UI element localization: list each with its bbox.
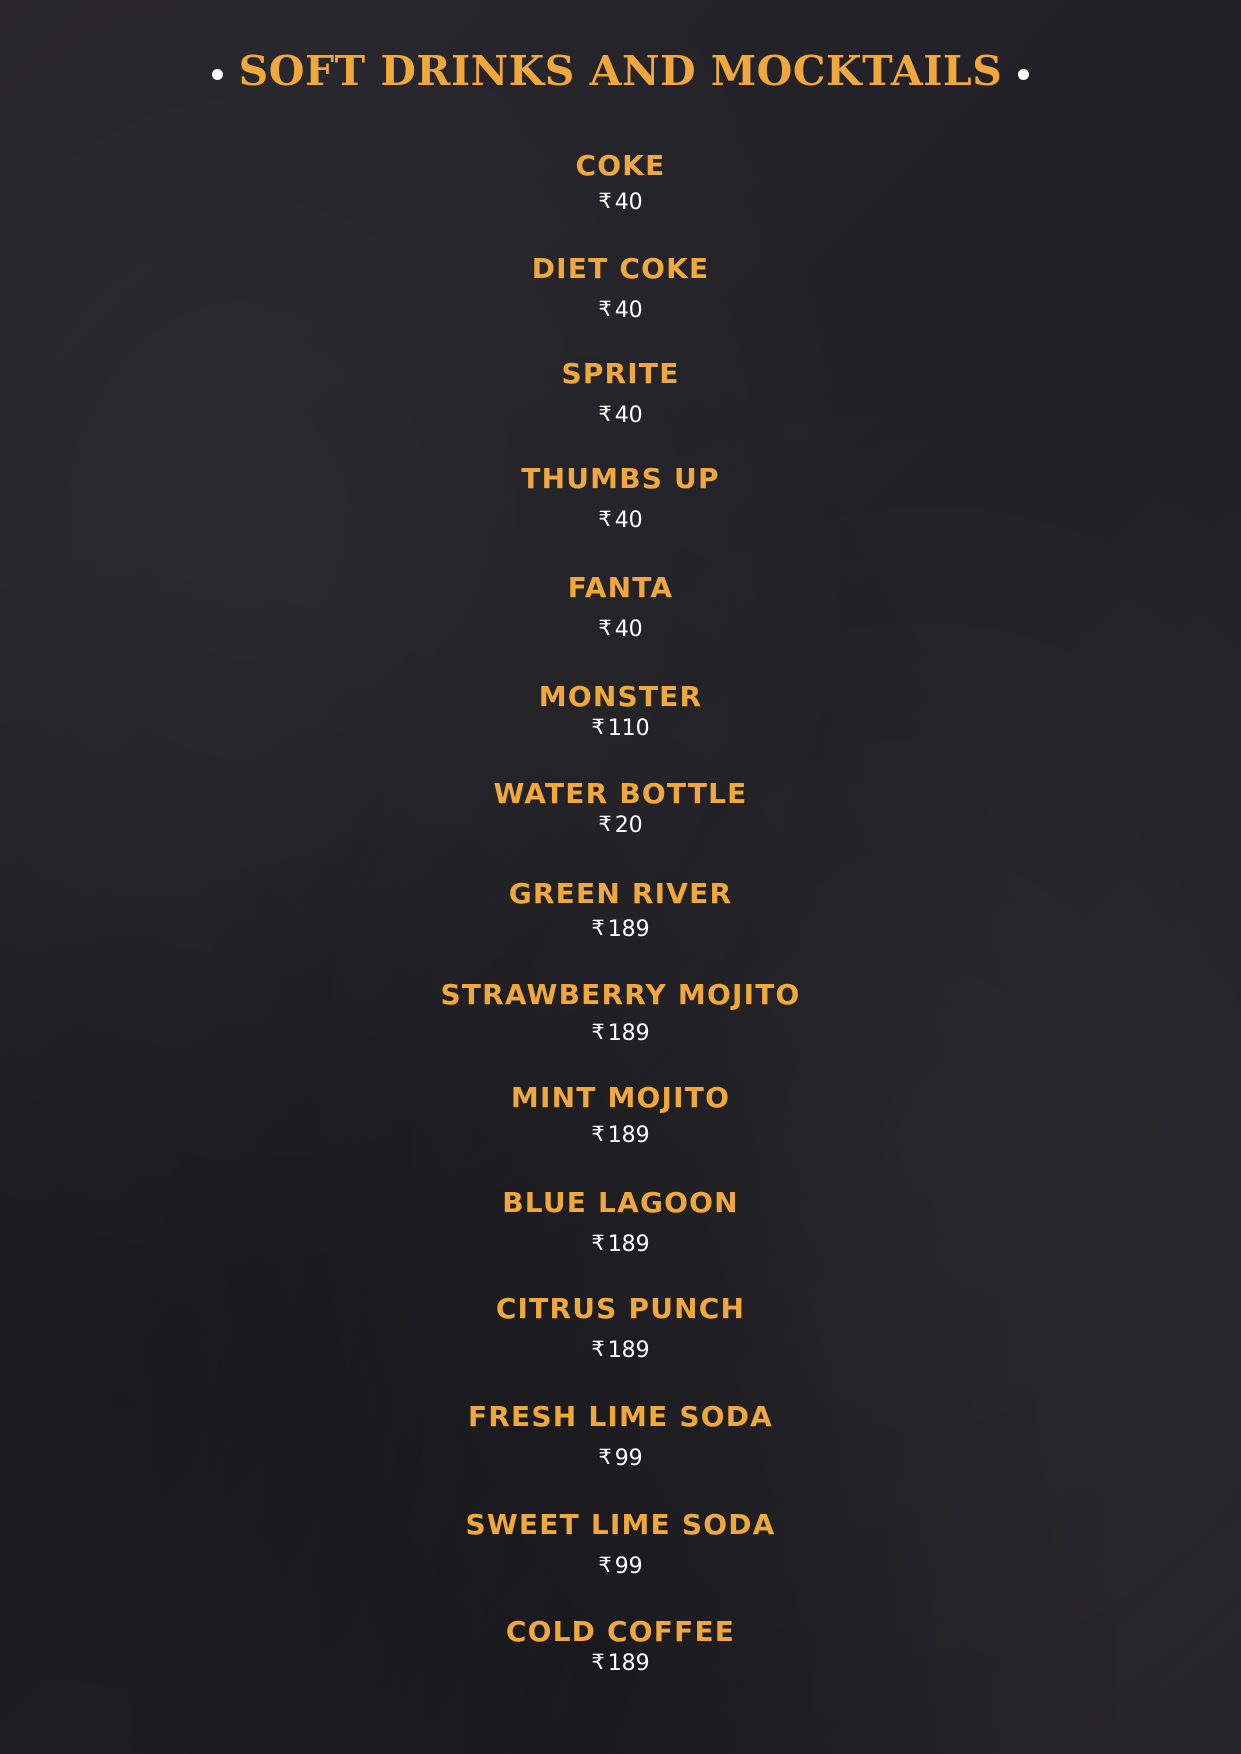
rupee-icon: ₹ xyxy=(591,1650,605,1674)
rupee-icon: ₹ xyxy=(591,1020,605,1044)
item-name: MONSTER xyxy=(538,680,703,713)
item-name: THUMBS UP xyxy=(521,462,720,495)
item-price: ₹189 xyxy=(0,1336,1241,1365)
item-price: ₹110 xyxy=(0,714,1241,743)
bullet-dot-right-icon xyxy=(1018,68,1030,80)
price-value: 40 xyxy=(614,190,643,215)
item-name: FANTA xyxy=(567,571,674,604)
price-value: 99 xyxy=(614,1446,643,1471)
item-name: COLD COFFEE xyxy=(505,1615,736,1648)
menu-item: MONSTER ₹110 xyxy=(0,680,1241,743)
menu-item: FANTA ₹40 xyxy=(0,571,1241,644)
item-price: ₹99 xyxy=(0,1444,1241,1473)
price-value: 189 xyxy=(607,917,650,942)
price-value: 40 xyxy=(614,508,643,533)
item-price: ₹40 xyxy=(0,615,1241,644)
rupee-icon: ₹ xyxy=(591,1122,605,1146)
menu-item: COKE ₹40 xyxy=(0,149,1241,217)
menu-item: COLD COFFEE ₹189 xyxy=(0,1615,1241,1678)
rupee-icon: ₹ xyxy=(598,402,612,426)
item-price: ₹99 xyxy=(0,1552,1241,1581)
menu-item: WATER BOTTLE ₹20 xyxy=(0,777,1241,840)
item-name: SPRITE xyxy=(561,357,680,390)
menu-page: SOFT DRINKS AND MOCKTAILS COKE ₹40 DIET … xyxy=(0,0,1241,1754)
price-value: 20 xyxy=(614,813,643,838)
item-name: WATER BOTTLE xyxy=(493,777,748,810)
menu-item: THUMBS UP ₹40 xyxy=(0,462,1241,535)
price-value: 40 xyxy=(614,617,643,642)
menu-item: DIET COKE ₹40 xyxy=(0,252,1241,325)
menu-item: GREEN RIVER ₹189 xyxy=(0,877,1241,944)
menu-item: BLUE LAGOON ₹189 xyxy=(0,1186,1241,1259)
price-value: 40 xyxy=(614,298,643,323)
item-price: ₹189 xyxy=(0,1121,1241,1150)
rupee-icon: ₹ xyxy=(598,507,612,531)
rupee-icon: ₹ xyxy=(598,1553,612,1577)
menu-item: FRESH LIME SODA ₹99 xyxy=(0,1400,1241,1473)
price-value: 189 xyxy=(607,1021,650,1046)
item-price: ₹189 xyxy=(0,915,1241,944)
item-name: CITRUS PUNCH xyxy=(495,1292,746,1325)
rupee-icon: ₹ xyxy=(598,297,612,321)
rupee-icon: ₹ xyxy=(591,1231,605,1255)
item-price: ₹40 xyxy=(0,296,1241,325)
price-value: 40 xyxy=(614,403,643,428)
item-price: ₹189 xyxy=(0,1649,1241,1678)
item-name: COKE xyxy=(575,149,666,182)
item-name: DIET COKE xyxy=(531,252,710,285)
item-name: SWEET LIME SODA xyxy=(465,1508,776,1541)
item-name: BLUE LAGOON xyxy=(502,1186,739,1219)
menu-item: MINT MOJITO ₹189 xyxy=(0,1081,1241,1150)
item-price: ₹20 xyxy=(0,811,1241,840)
item-name: GREEN RIVER xyxy=(508,877,733,910)
item-price: ₹189 xyxy=(0,1230,1241,1259)
rupee-icon: ₹ xyxy=(598,189,612,213)
menu-item: CITRUS PUNCH ₹189 xyxy=(0,1292,1241,1365)
menu-item: SPRITE ₹40 xyxy=(0,357,1241,430)
rupee-icon: ₹ xyxy=(591,715,605,739)
rupee-icon: ₹ xyxy=(598,812,612,836)
rupee-icon: ₹ xyxy=(591,916,605,940)
price-value: 189 xyxy=(607,1232,650,1257)
price-value: 189 xyxy=(607,1338,650,1363)
price-value: 189 xyxy=(607,1123,650,1148)
price-value: 189 xyxy=(607,1651,650,1676)
menu-header: SOFT DRINKS AND MOCKTAILS xyxy=(0,40,1241,102)
item-name: STRAWBERRY MOJITO xyxy=(440,978,801,1011)
rupee-icon: ₹ xyxy=(591,1337,605,1361)
price-value: 99 xyxy=(614,1554,643,1579)
menu-item: SWEET LIME SODA ₹99 xyxy=(0,1508,1241,1581)
item-name: FRESH LIME SODA xyxy=(467,1400,774,1433)
item-name: MINT MOJITO xyxy=(510,1081,731,1114)
bullet-dot-left-icon xyxy=(211,68,223,80)
page-title: SOFT DRINKS AND MOCKTAILS xyxy=(238,47,1003,95)
rupee-icon: ₹ xyxy=(598,616,612,640)
rupee-icon: ₹ xyxy=(598,1445,612,1469)
menu-item: STRAWBERRY MOJITO ₹189 xyxy=(0,978,1241,1048)
item-price: ₹189 xyxy=(0,1019,1241,1048)
price-value: 110 xyxy=(607,716,650,741)
item-price: ₹40 xyxy=(0,506,1241,535)
item-price: ₹40 xyxy=(0,188,1241,217)
item-price: ₹40 xyxy=(0,401,1241,430)
